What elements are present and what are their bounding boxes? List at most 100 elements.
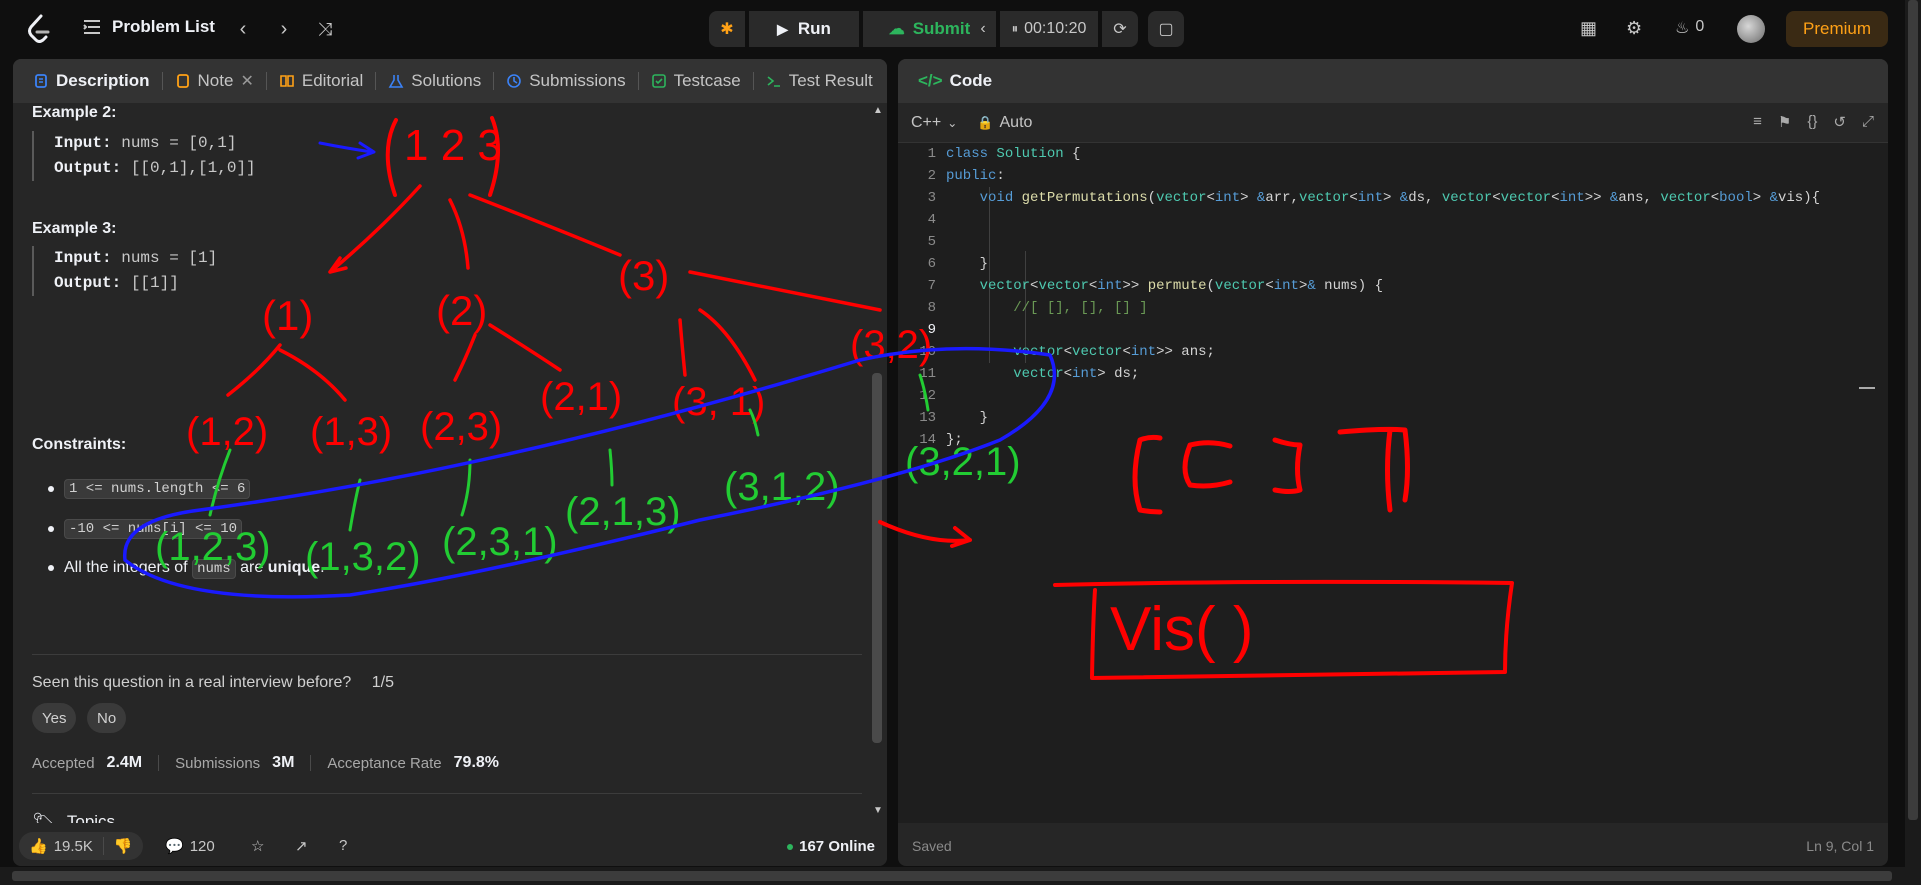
accepted-value: 2.4M: [106, 754, 143, 771]
streak-counter[interactable]: ♨ 0: [1675, 18, 1704, 38]
problem-list-button[interactable]: Problem List: [82, 17, 215, 37]
tab-note[interactable]: Note ✕: [169, 59, 260, 103]
grid-layout-icon[interactable]: ▦: [1580, 18, 1597, 39]
tab-description[interactable]: Description: [27, 59, 156, 103]
like-button[interactable]: 👍 19.5K: [19, 837, 103, 856]
timer-display[interactable]: ⏸ 00:10:20: [1000, 11, 1098, 47]
no-label: No: [97, 709, 117, 727]
close-icon[interactable]: ✕: [240, 71, 253, 91]
tab-code[interactable]: </> Code: [912, 59, 998, 103]
reset-timer-button[interactable]: ⟳: [1102, 11, 1138, 47]
dislike-button[interactable]: 👎: [102, 837, 143, 855]
submissions-label: Submissions: [175, 754, 261, 772]
checkbox-icon: [651, 74, 666, 88]
tab-label: Test Result: [788, 71, 873, 90]
prev-problem-button[interactable]: ‹: [229, 15, 257, 43]
acceptance-label: Acceptance Rate: [327, 754, 442, 772]
note-icon: ▢: [1158, 21, 1174, 38]
scroll-up-icon[interactable]: ▲: [873, 105, 883, 116]
star-icon: ☆: [251, 838, 265, 855]
next-problem-button[interactable]: ›: [270, 15, 298, 43]
leetcode-logo-icon[interactable]: [26, 14, 52, 44]
gear-icon[interactable]: ⚙: [1626, 18, 1642, 39]
scroll-thumb[interactable]: [12, 871, 1892, 881]
online-label: 167 Online: [799, 838, 875, 855]
accepted-label: Accepted: [32, 754, 95, 772]
premium-button[interactable]: Premium: [1786, 11, 1888, 47]
example3-title: Example 3:: [32, 220, 117, 237]
example2-title: Example 2:: [32, 104, 117, 121]
code-text: //[ [], [], [] ]: [1013, 300, 1148, 316]
notes-button[interactable]: ▢: [1148, 11, 1184, 47]
problem-list-label: Problem List: [112, 17, 215, 36]
language-select[interactable]: C++ ⌄: [911, 114, 957, 132]
code-line: 12: [898, 385, 1888, 407]
description-panel: Description Note ✕ Editorial Solutions S…: [13, 59, 887, 866]
tab-editorial[interactable]: Editorial: [273, 59, 369, 103]
collapse-timer-button[interactable]: ‹: [970, 11, 996, 47]
shuffle-icon: ⤨: [317, 18, 333, 39]
bookmark-icon[interactable]: ⚑: [1778, 113, 1791, 131]
favorite-button[interactable]: ☆: [251, 837, 264, 855]
line-number: 8: [927, 300, 936, 316]
yes-label: Yes: [42, 709, 67, 727]
fullscreen-icon[interactable]: ⤢: [1862, 113, 1874, 131]
topics-accordion[interactable]: 🏷 Topics ⌄: [32, 792, 862, 824]
refresh-icon: ⟳: [1113, 21, 1127, 38]
timer-group: ‹ ⏸ 00:10:20 ⟳ ▢: [970, 11, 1184, 47]
list-icon: [83, 20, 100, 34]
scroll-thumb[interactable]: [872, 373, 882, 743]
constraint-code: 1 <= nums.length <= 6: [64, 479, 251, 499]
tab-solutions[interactable]: Solutions: [382, 59, 487, 103]
tab-submissions[interactable]: Submissions: [500, 59, 631, 103]
no-button[interactable]: No: [87, 703, 127, 733]
share-button[interactable]: ↗: [295, 837, 308, 855]
code-text: void getPermutations(vector<int> &arr,ve…: [979, 190, 1820, 206]
constraint-text-pre: All the integers of: [64, 559, 188, 576]
tab-test-result[interactable]: Test Result: [760, 59, 879, 103]
tab-divider: [752, 72, 754, 90]
tab-testcase[interactable]: Testcase: [645, 59, 747, 103]
random-problem-button[interactable]: ⤨: [311, 15, 339, 43]
scroll-thumb[interactable]: [1908, 0, 1918, 820]
format-icon[interactable]: ≡: [1753, 113, 1762, 131]
code-line: 11 vector<int> ds;: [898, 363, 1888, 385]
like-dislike-group: 👍 19.5K 👎: [19, 832, 143, 860]
help-button[interactable]: ?: [339, 837, 347, 854]
run-submit-group: ✱ ▶ Run ☁ Submit: [709, 11, 996, 47]
code-text: vector<int> ds;: [1013, 366, 1140, 382]
avatar[interactable]: [1737, 15, 1765, 43]
description-scrollbar[interactable]: ▲ ▼: [869, 103, 885, 818]
code-line: 14};: [898, 429, 1888, 451]
page-horizontal-scrollbar[interactable]: [0, 867, 1921, 885]
run-button[interactable]: ▶ Run: [749, 11, 859, 47]
constraint-text-post: .: [320, 559, 325, 576]
top-bar: Problem List ‹ › ⤨ ✱ ▶ Run ☁ Submit ‹ ⏸ …: [0, 0, 1921, 58]
braces-icon[interactable]: {}: [1807, 113, 1817, 131]
bullet: [48, 526, 54, 532]
code-line: 13 }: [898, 407, 1888, 429]
debug-button[interactable]: ✱: [709, 11, 745, 47]
comments-button[interactable]: 💬 120: [165, 837, 215, 856]
timer-value: 00:10:20: [1024, 20, 1087, 37]
line-number: 12: [919, 388, 936, 404]
code-editor[interactable]: 1 class Solution { 2 public: 3 void getPer…: [898, 143, 1888, 823]
line-number: 4: [927, 212, 936, 228]
line-number: 1: [927, 146, 936, 162]
tab-label: Note: [197, 71, 234, 90]
constraint-text-bold: unique: [267, 559, 321, 576]
code-panel: </> Code C++ ⌄ 🔒 Auto ≡ ⚑ {} ↺ ⤢ 1 class …: [898, 59, 1888, 866]
online-dot-icon: [787, 843, 794, 850]
auto-label: Auto: [999, 113, 1033, 131]
line-number: 2: [927, 168, 936, 184]
lock-icon: 🔒: [977, 114, 994, 130]
note-icon: [176, 74, 189, 88]
auto-mode-toggle[interactable]: 🔒 Auto: [977, 114, 1032, 132]
scroll-down-icon[interactable]: ▼: [873, 805, 883, 816]
yes-button[interactable]: Yes: [32, 703, 77, 733]
streak-value: 0: [1695, 18, 1705, 35]
constraint-code: nums: [192, 559, 236, 579]
page-vertical-scrollbar[interactable]: [1905, 0, 1921, 867]
pause-icon: ⏸: [1011, 21, 1019, 36]
reset-icon[interactable]: ↺: [1833, 113, 1846, 131]
